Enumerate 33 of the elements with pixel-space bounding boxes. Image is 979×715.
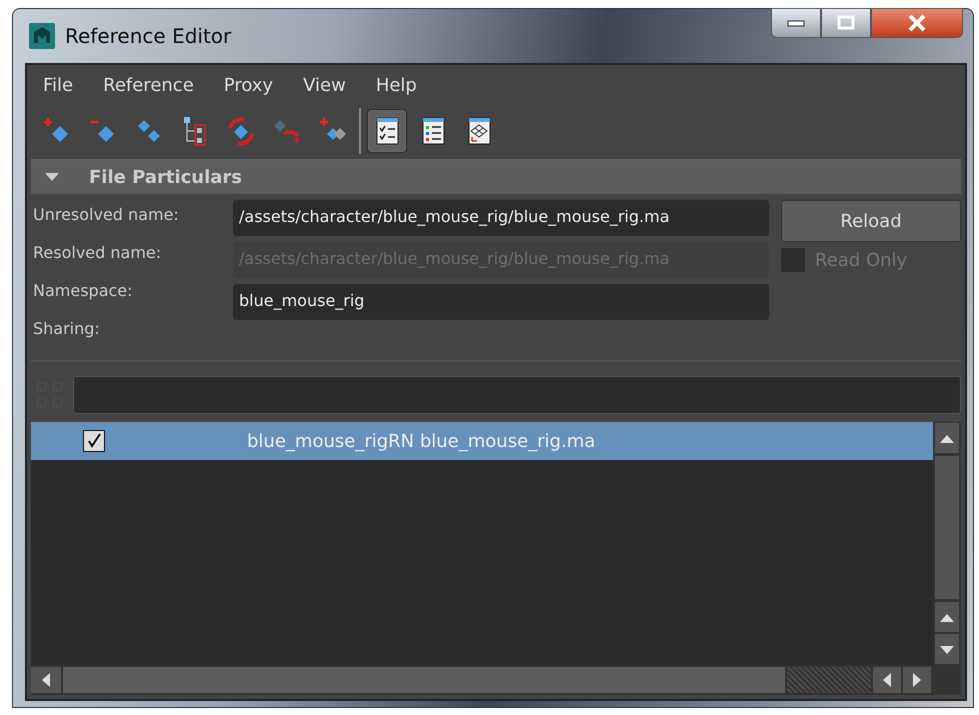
scroll-down-icon[interactable] <box>935 634 959 664</box>
menu-item[interactable]: File <box>43 75 74 103</box>
text-field[interactable]: blue_mouse_rig <box>233 284 769 320</box>
reference-name: blue_mouse_rigRN blue_mouse_rig.ma <box>247 430 596 452</box>
scroll-up-icon[interactable] <box>935 423 959 453</box>
window-title: Reference Editor <box>65 24 232 48</box>
scroll-right-icon[interactable] <box>903 667 931 693</box>
app-icon <box>29 23 55 49</box>
vertical-scrollbar[interactable] <box>933 422 961 665</box>
section-header[interactable]: File Particulars <box>31 159 961 194</box>
text-field[interactable]: /assets/character/blue_mouse_rig/blue_mouse_rig.ma <box>233 200 769 236</box>
maximize-icon <box>836 15 856 31</box>
scroll-left-icon[interactable] <box>31 667 61 693</box>
filter-field[interactable] <box>73 376 961 414</box>
minimize-icon <box>786 19 806 27</box>
menu-item[interactable]: View <box>303 75 346 103</box>
horizontal-scrollbar[interactable] <box>31 665 961 695</box>
menu-item[interactable]: Proxy <box>224 75 274 103</box>
field-label: Resolved name: <box>33 242 162 264</box>
maximize-button[interactable] <box>821 8 871 38</box>
field-label: Unresolved name: <box>33 204 180 226</box>
menu-item[interactable]: Help <box>376 75 417 103</box>
checkbox[interactable] <box>83 430 105 452</box>
close-button[interactable] <box>871 8 963 38</box>
minimize-button[interactable] <box>771 8 821 38</box>
reload-button[interactable]: Reload <box>781 200 961 242</box>
scroll-up-icon[interactable] <box>935 602 959 632</box>
checklist-icon[interactable] <box>367 109 407 153</box>
close-icon <box>906 14 928 32</box>
menu-item[interactable]: Reference <box>103 75 194 103</box>
field-label: Namespace: <box>33 280 134 302</box>
scroll-left-icon[interactable] <box>873 667 901 693</box>
field-label: Sharing: <box>33 318 101 340</box>
